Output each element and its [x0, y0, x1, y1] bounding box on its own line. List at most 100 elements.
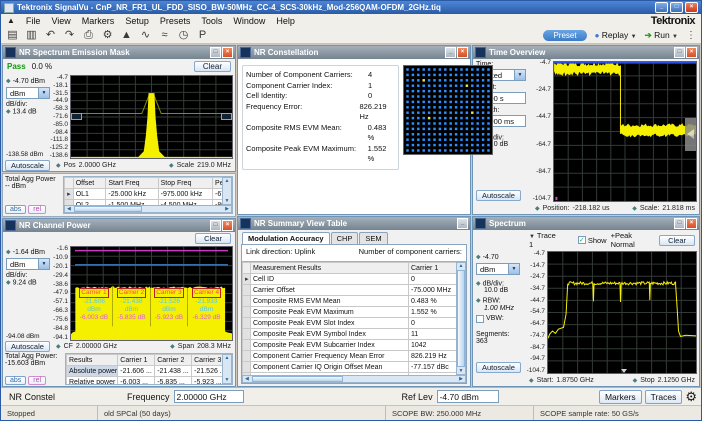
agg-table-vscrollbar[interactable]: ▲▼ [222, 177, 232, 205]
chp-clear-button[interactable]: Clear [195, 233, 231, 244]
menu-item-markers[interactable]: Markers [82, 16, 115, 26]
panel-restore-icon[interactable]: □ [210, 220, 221, 231]
save-icon[interactable]: ▥ [25, 29, 38, 41]
chp-table-vscrollbar[interactable]: ▲▼ [222, 354, 232, 384]
run-button[interactable]: ➔ Run ▼ [645, 30, 678, 41]
trace-selector[interactable]: ▼ Trace 1 [529, 231, 560, 249]
show-checkbox[interactable]: ✓Show [578, 236, 607, 245]
column-header[interactable]: Measurement Results [251, 263, 409, 274]
panel-close-icon[interactable]: × [222, 220, 233, 231]
column-header[interactable]: Start Freq [106, 178, 158, 189]
spectrum-start-value[interactable]: 1.8750 GHz [556, 377, 593, 384]
traces-button[interactable]: Traces [645, 390, 683, 404]
chp-unit-dropdown[interactable]: dBm▼ [6, 258, 50, 270]
agg-abs-button[interactable]: abs [5, 205, 26, 214]
menu-item-presets[interactable]: Presets [160, 16, 191, 26]
time-autoscale-button[interactable]: Autoscale [476, 190, 521, 201]
chp-ref-level[interactable]: -1.64 dBm [13, 249, 45, 256]
column-header[interactable]: Carrier 1 [409, 263, 457, 274]
table-row[interactable]: Component Carrier Frequency Mean Error82… [243, 351, 457, 362]
panel-minimize-icon[interactable]: _ [457, 218, 468, 229]
tab-sem[interactable]: SEM [359, 232, 387, 244]
menu-item-window[interactable]: Window [233, 16, 265, 26]
spectrum-autoscale-button[interactable]: Autoscale [476, 362, 521, 373]
chp-dbdiv-value[interactable]: 9.24 dB [13, 279, 37, 286]
time-scale-value[interactable]: 21.818 ms [662, 205, 695, 212]
markers-button[interactable]: Markers [599, 390, 642, 404]
table-row[interactable]: Composite Peak EVM Slot Index00 [243, 318, 457, 329]
column-header[interactable]: Carrier 1 [118, 355, 155, 366]
panel-close-icon[interactable]: × [222, 47, 233, 58]
panel-restore-icon[interactable]: □ [674, 218, 685, 229]
replay-button[interactable]: ● Replay ▼ [595, 30, 637, 40]
time-position-value[interactable]: -218.182 us [572, 205, 609, 212]
frequency-field[interactable]: 2.00000 GHz [174, 390, 244, 403]
minimize-icon[interactable]: _ [655, 2, 668, 13]
column-header[interactable]: Offset [73, 178, 106, 189]
print-icon[interactable]: ⎙ [82, 29, 95, 41]
panel-close-icon[interactable]: × [686, 47, 697, 58]
table-row[interactable]: ▸Cell ID01 [243, 274, 457, 285]
redo-icon[interactable]: ↷ [63, 29, 76, 41]
chp-rel-button[interactable]: rel [28, 376, 46, 385]
sem-clear-button[interactable]: Clear [194, 61, 231, 72]
open-file-icon[interactable]: ▤ [6, 29, 19, 41]
sem-pos-value[interactable]: 2.0000 GHz [79, 162, 116, 169]
column-header[interactable]: Peak Abs [213, 178, 222, 189]
sem-autoscale-button[interactable]: Autoscale [5, 160, 50, 171]
chp-autoscale-button[interactable]: Autoscale [5, 341, 50, 352]
table-row[interactable]: ▸OL1-25.000 kHz-975.000 kHz-67.98 dBm [65, 189, 223, 200]
menu-item-tools[interactable]: Tools [201, 16, 222, 26]
spectrum-dbdiv-value[interactable]: 10.0 dB [476, 287, 522, 294]
time-pager-handle[interactable] [685, 118, 696, 151]
summary-panel-titlebar[interactable]: NR Summary View Table _ [238, 217, 470, 230]
table-row[interactable]: Composite Peak EVM Symbol Index1112 [243, 329, 457, 340]
eject-icon[interactable]: ▲ [7, 16, 15, 25]
menu-item-file[interactable]: File [26, 16, 41, 26]
tab-modulation-accuracy[interactable]: Modulation Accuracy [242, 232, 330, 244]
vbw-checkbox[interactable]: ✓VBW: [476, 315, 522, 323]
menu-item-view[interactable]: View [51, 16, 70, 26]
undo-icon[interactable]: ↶ [44, 29, 57, 41]
ref-lev-field[interactable]: -4.70 dBm [437, 390, 499, 403]
spectrum-clear-button[interactable]: Clear [659, 235, 695, 246]
menu-item-help[interactable]: Help [276, 16, 295, 26]
panel-close-icon[interactable]: × [457, 47, 468, 58]
sem-dbdiv-value[interactable]: 13.4 dB [13, 108, 37, 115]
sem-panel-titlebar[interactable]: NR Spectrum Emission Mask □× [3, 46, 235, 59]
summary-table-hscrollbar[interactable]: ◀▶ [242, 375, 466, 383]
sem-ref-level[interactable]: -4.70 dBm [13, 78, 45, 85]
time-panel-titlebar[interactable]: Time Overview □× [473, 46, 699, 59]
sem-scale-value[interactable]: 219.0 MHz [197, 162, 231, 169]
agg-table-hscrollbar[interactable]: ◀▶ [64, 205, 232, 213]
spectrum-stop-value[interactable]: 2.1250 GHz [658, 377, 695, 384]
detector-label[interactable]: +Peak Normal [611, 231, 655, 249]
waveform-icon[interactable]: ∿ [139, 29, 152, 41]
panel-close-icon[interactable]: × [686, 218, 697, 229]
preset-button[interactable]: Preset [543, 30, 586, 41]
panel-restore-icon[interactable]: □ [674, 47, 685, 58]
menu-item-setup[interactable]: Setup [125, 16, 149, 26]
column-header[interactable]: Results [67, 355, 118, 366]
chp-abs-button[interactable]: abs [5, 376, 26, 385]
table-row[interactable]: Carrier Offset-75.000 MHz-25.020 MHz [243, 285, 457, 296]
settings-gear-icon[interactable]: ⚙ [685, 390, 697, 403]
restore-icon[interactable]: □ [670, 2, 683, 13]
table-row[interactable]: Absolute power-21.606 ...-21.438 ...-21.… [67, 366, 223, 377]
rbw-value[interactable]: 1.00 MHz [476, 305, 522, 312]
tab-chp[interactable]: CHP [331, 232, 359, 244]
chp-cf-value[interactable]: 2.00000 GHz [76, 343, 117, 350]
preset-p-icon[interactable]: P [196, 29, 209, 41]
agg-rel-button[interactable]: rel [28, 205, 46, 214]
table-row[interactable]: Composite Peak EVM Subcarrier Index10426… [243, 340, 457, 351]
column-header[interactable]: Stop Freq [158, 178, 212, 189]
summary-table-vscrollbar[interactable]: ▲▼ [456, 262, 466, 375]
constellation-panel-titlebar[interactable]: NR Constellation _× [238, 46, 470, 59]
panel-restore-icon[interactable]: □ [210, 47, 221, 58]
chp-span-value[interactable]: 208.3 MHz [197, 343, 231, 350]
settings-gear-icon[interactable]: ⚙ [101, 29, 114, 41]
chp-panel-titlebar[interactable]: NR Channel Power □× [3, 219, 235, 232]
waveform-marker-icon[interactable]: ≈ [158, 29, 171, 41]
column-header[interactable]: Carrier 2 [155, 355, 192, 366]
column-header[interactable]: Carrier 3 [192, 355, 222, 366]
